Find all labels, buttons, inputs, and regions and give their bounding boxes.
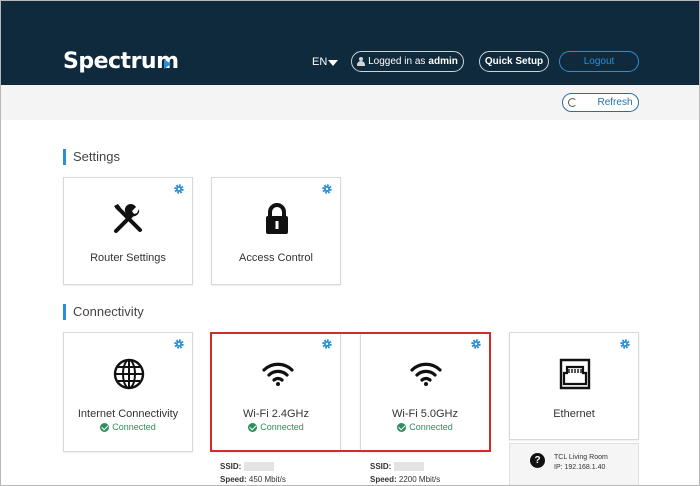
logo-arrow-icon xyxy=(164,59,171,69)
refresh-label: Refresh xyxy=(597,97,633,108)
status-badge: Connected xyxy=(64,422,192,432)
gear-icon[interactable] xyxy=(173,338,185,350)
language-selector[interactable]: EN xyxy=(312,56,327,68)
router-settings-label: Router Settings xyxy=(90,252,166,264)
wifi-24ghz-speed: Speed: 450 Mbit/s xyxy=(220,475,286,484)
top-header: Spectrum EN Logged in as admin Quick Set… xyxy=(1,1,699,85)
wifi-50ghz-speed: Speed: 2200 Mbit/s xyxy=(370,475,441,484)
logout-button[interactable]: Logout xyxy=(559,51,639,72)
settings-section-title: Settings xyxy=(63,149,120,165)
quick-setup-button[interactable]: Quick Setup xyxy=(479,51,549,72)
internet-connectivity-card[interactable]: Internet Connectivity Connected xyxy=(63,332,193,452)
internet-connectivity-label: Internet Connectivity xyxy=(77,408,179,420)
globe-icon xyxy=(113,358,145,390)
wifi-50ghz-ssid: SSID: xyxy=(370,462,425,472)
check-circle-icon xyxy=(100,422,110,432)
ethernet-card[interactable]: Ethernet xyxy=(509,332,639,440)
refresh-button[interactable]: Refresh xyxy=(562,93,639,112)
logged-in-prefix: Logged in as xyxy=(368,56,426,67)
spectrum-logo[interactable]: Spectrum xyxy=(63,49,179,74)
question-icon: ? xyxy=(530,453,545,468)
redacted-ssid xyxy=(394,462,425,472)
chevron-down-icon[interactable] xyxy=(328,60,338,66)
access-control-label: Access Control xyxy=(239,252,313,264)
device-name: TCL Living Room xyxy=(554,454,608,461)
lock-icon xyxy=(266,203,288,234)
ethernet-device-info: TCL Living Room IP: 192.168.1.40 xyxy=(554,453,608,473)
gear-icon[interactable] xyxy=(173,183,185,195)
refresh-icon xyxy=(568,98,578,107)
app-frame: Spectrum EN Logged in as admin Quick Set… xyxy=(0,0,700,486)
ethernet-label: Ethernet xyxy=(553,408,595,420)
gear-icon[interactable] xyxy=(619,338,631,350)
wifi-highlight-box xyxy=(210,332,491,452)
device-ip: IP: 192.168.1.40 xyxy=(554,464,606,471)
connectivity-section-title: Connectivity xyxy=(63,304,144,320)
tools-icon xyxy=(114,204,142,233)
username: admin xyxy=(428,56,458,67)
wifi-24ghz-ssid: SSID: xyxy=(220,462,275,472)
redacted-ssid xyxy=(244,462,275,472)
ethernet-port-icon xyxy=(559,358,591,390)
router-settings-card[interactable]: Router Settings xyxy=(63,177,193,285)
access-control-card[interactable]: Access Control xyxy=(211,177,341,285)
user-icon xyxy=(357,57,366,66)
logged-in-user-button[interactable]: Logged in as admin xyxy=(351,51,464,72)
gear-icon[interactable] xyxy=(321,183,333,195)
